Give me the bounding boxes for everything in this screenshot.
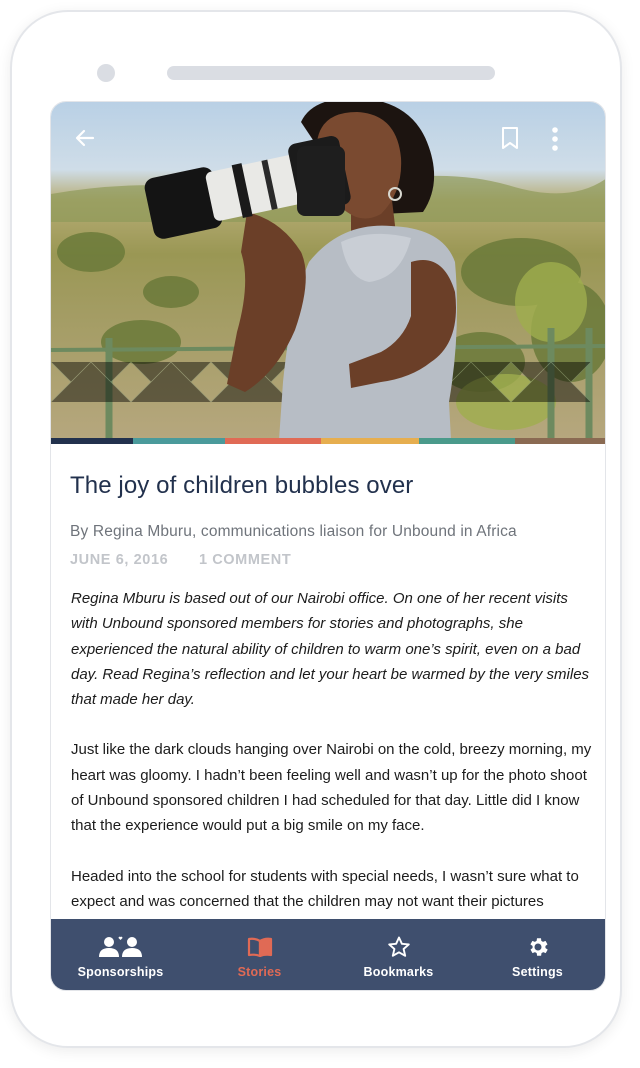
more-options-button[interactable]	[551, 126, 587, 162]
tab-label: Sponsorships	[77, 965, 164, 979]
tab-sponsorships[interactable]: Sponsorships	[51, 919, 190, 990]
back-button[interactable]	[73, 126, 109, 162]
bookmark-outline-icon	[502, 127, 518, 149]
article-paragraph: Just like the dark clouds hanging over N…	[71, 741, 592, 835]
article-title: The joy of children bubbles over	[70, 472, 414, 499]
people-icon	[98, 935, 144, 959]
book-icon	[247, 935, 273, 959]
star-icon	[387, 935, 411, 959]
article: The joy of children bubbles over By Regi…	[51, 444, 605, 918]
tab-label: Stories	[237, 965, 282, 979]
article-byline: By Regina Mburu, communications liaison …	[70, 523, 517, 540]
phone-frame: The joy of children bubbles over By Regi…	[10, 10, 622, 1048]
hero-photo	[51, 102, 605, 440]
article-paragraph: Headed into the school for students with…	[71, 867, 579, 910]
tab-label: Bookmarks	[363, 965, 434, 979]
article-intro: Regina Mburu is based out of our Nairobi…	[71, 590, 590, 709]
arrow-left-icon	[75, 129, 95, 147]
bookmark-button[interactable]	[499, 126, 535, 162]
gear-icon	[526, 935, 550, 959]
article-body: Regina Mburu is based out of our Nairobi…	[71, 586, 595, 918]
bottom-tab-bar: Sponsorships Stories Bookmarks Settings	[51, 919, 605, 990]
more-vertical-icon	[552, 127, 558, 151]
app-screen: The joy of children bubbles over By Regi…	[50, 101, 606, 991]
tab-label: Settings	[512, 965, 563, 979]
article-date: JUNE 6, 2016	[70, 552, 169, 568]
speaker-bar	[167, 66, 495, 80]
comments-link[interactable]: 1 COMMENT	[199, 552, 291, 568]
tab-bookmarks[interactable]: Bookmarks	[329, 919, 468, 990]
camera-dot	[97, 64, 115, 82]
article-meta: JUNE 6, 2016 1 COMMENT	[70, 552, 291, 568]
tab-settings[interactable]: Settings	[468, 919, 605, 990]
tab-stories[interactable]: Stories	[190, 919, 329, 990]
